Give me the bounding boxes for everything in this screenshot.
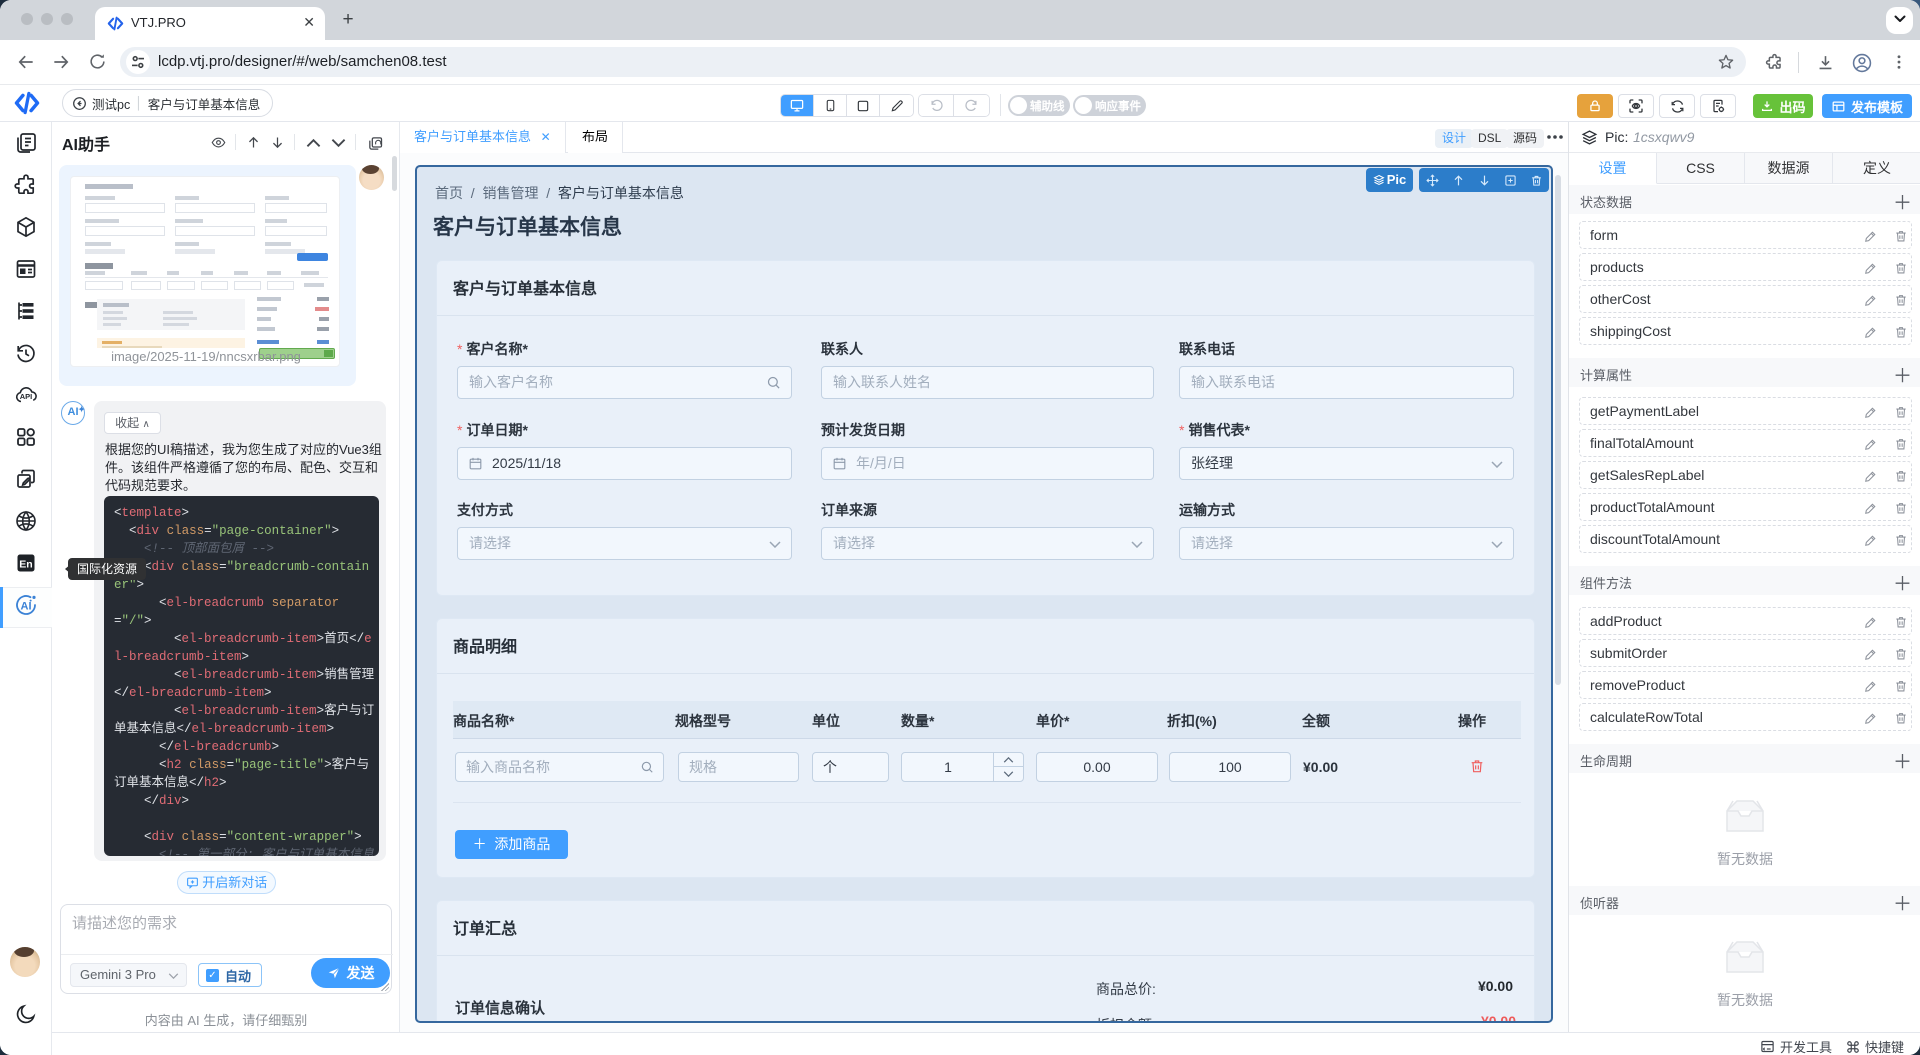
svg-text:En: En bbox=[19, 558, 32, 570]
svg-text:AI: AI bbox=[21, 601, 32, 613]
svg-text:API: API bbox=[20, 392, 33, 401]
